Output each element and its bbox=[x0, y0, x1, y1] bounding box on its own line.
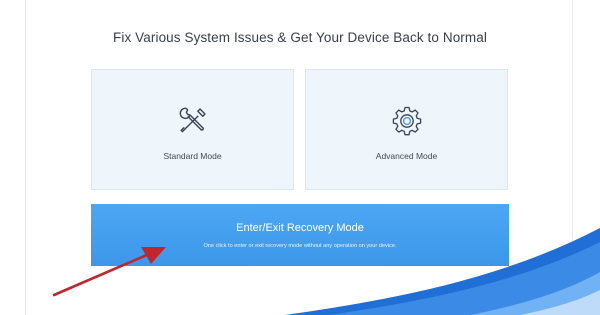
window-border-right bbox=[572, 0, 573, 315]
wrench-screwdriver-icon bbox=[179, 107, 206, 133]
advanced-mode-label: Advanced Mode bbox=[375, 151, 438, 161]
advanced-mode-card[interactable]: Advanced Mode bbox=[305, 69, 508, 190]
decorative-wave bbox=[285, 228, 600, 315]
standard-mode-label: Standard Mode bbox=[163, 151, 222, 161]
red-arrow-annotation bbox=[52, 247, 166, 297]
gear-icon bbox=[392, 106, 421, 136]
standard-mode-card[interactable]: Standard Mode bbox=[91, 69, 294, 190]
recovery-button-subtitle: One click to enter or exit recovery mode… bbox=[203, 243, 397, 249]
page-title: Fix Various System Issues & Get Your Dev… bbox=[113, 30, 487, 45]
enter-exit-recovery-button[interactable]: Enter/Exit Recovery Mode One click to en… bbox=[91, 204, 509, 266]
recovery-button-title: Enter/Exit Recovery Mode bbox=[236, 222, 364, 234]
app-window: Fix Various System Issues & Get Your Dev… bbox=[0, 0, 600, 315]
window-border-left bbox=[25, 0, 26, 315]
